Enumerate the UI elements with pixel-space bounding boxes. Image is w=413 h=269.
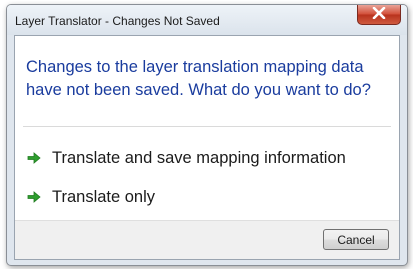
translate-only-command[interactable]: Translate only (26, 182, 386, 212)
dialog-footer: Cancel (15, 220, 399, 259)
green-arrow-icon (26, 189, 42, 205)
cancel-button[interactable]: Cancel (323, 229, 389, 250)
command-label: Translate only (52, 187, 156, 206)
close-icon (372, 6, 386, 24)
separator (23, 126, 391, 127)
title-bar[interactable]: Layer Translator - Changes Not Saved (7, 5, 407, 35)
close-button[interactable] (357, 5, 401, 25)
command-label: Translate and save mapping information (52, 148, 346, 167)
translate-and-save-command[interactable]: Translate and save mapping information (26, 143, 386, 173)
window-title: Layer Translator - Changes Not Saved (15, 14, 220, 28)
dialog-content: Changes to the layer translation mapping… (14, 35, 400, 260)
green-arrow-icon (26, 150, 42, 166)
dialog-window: Layer Translator - Changes Not Saved Cha… (6, 4, 408, 266)
main-instruction: Changes to the layer translation mapping… (26, 58, 371, 99)
